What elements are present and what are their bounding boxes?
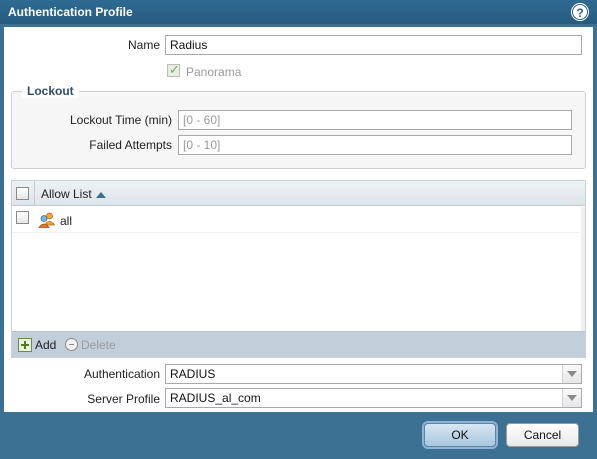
add-label: Add	[35, 338, 57, 352]
delete-label: Delete	[81, 338, 116, 352]
server-profile-select[interactable]: RADIUS_al_com	[165, 388, 582, 408]
title-bar: Authentication Profile ?	[0, 0, 597, 24]
chevron-down-icon	[567, 371, 577, 377]
lockout-time-input[interactable]: [0 - 60]	[178, 110, 572, 130]
allow-list-header-label: Allow List	[41, 187, 92, 201]
chevron-down-icon	[567, 395, 577, 401]
table-row[interactable]: all	[12, 207, 580, 233]
select-all-checkbox[interactable]	[16, 187, 29, 200]
grid-toolbar: Add Delete	[12, 331, 585, 357]
panorama-checkbox[interactable]: ✓	[167, 62, 180, 77]
allow-list-column-header[interactable]: Allow List	[41, 187, 106, 201]
ok-button[interactable]: OK	[424, 423, 496, 447]
lockout-legend: Lockout	[22, 84, 79, 98]
grid-scroll-gutter	[581, 207, 585, 332]
dropdown-button[interactable]	[562, 365, 581, 383]
column-separator	[34, 181, 35, 206]
plus-icon	[18, 338, 32, 352]
delete-button[interactable]: Delete	[65, 337, 116, 353]
dialog-title: Authentication Profile	[8, 5, 133, 19]
list-item-label: all	[60, 214, 73, 228]
name-input[interactable]: Radius	[165, 35, 582, 55]
authentication-label: Authentication	[83, 367, 160, 381]
add-button[interactable]: Add	[18, 337, 56, 353]
lockout-fieldset: Lockout Lockout Time (min) [0 - 60] Fail…	[11, 84, 586, 169]
sort-ascending-icon	[95, 191, 106, 198]
panorama-label: Panorama	[186, 65, 242, 79]
checkmark-icon: ✓	[169, 62, 180, 77]
help-icon[interactable]: ?	[572, 4, 588, 20]
dialog-content: Name Radius ✓ Panorama Lockout Lockout T…	[4, 27, 593, 412]
lockout-time-label: Lockout Time (min)	[69, 113, 172, 127]
failed-attempts-label: Failed Attempts	[89, 138, 172, 152]
authentication-profile-dialog: Authentication Profile ? Name Radius ✓ P…	[0, 0, 597, 459]
dropdown-button[interactable]	[562, 389, 581, 407]
server-profile-label: Server Profile	[87, 392, 160, 406]
failed-attempts-input[interactable]: [0 - 10]	[178, 135, 572, 155]
grid-header: Allow List	[12, 181, 585, 206]
users-icon	[38, 212, 56, 228]
cancel-button[interactable]: Cancel	[506, 423, 579, 447]
row-checkbox[interactable]	[16, 211, 29, 224]
authentication-value: RADIUS	[170, 367, 216, 381]
authentication-select[interactable]: RADIUS	[165, 364, 582, 384]
server-profile-value: RADIUS_al_com	[170, 391, 261, 405]
minus-icon	[65, 338, 78, 351]
name-label: Name	[127, 38, 160, 52]
allow-list-grid: Allow List all Add Delete	[11, 180, 586, 358]
